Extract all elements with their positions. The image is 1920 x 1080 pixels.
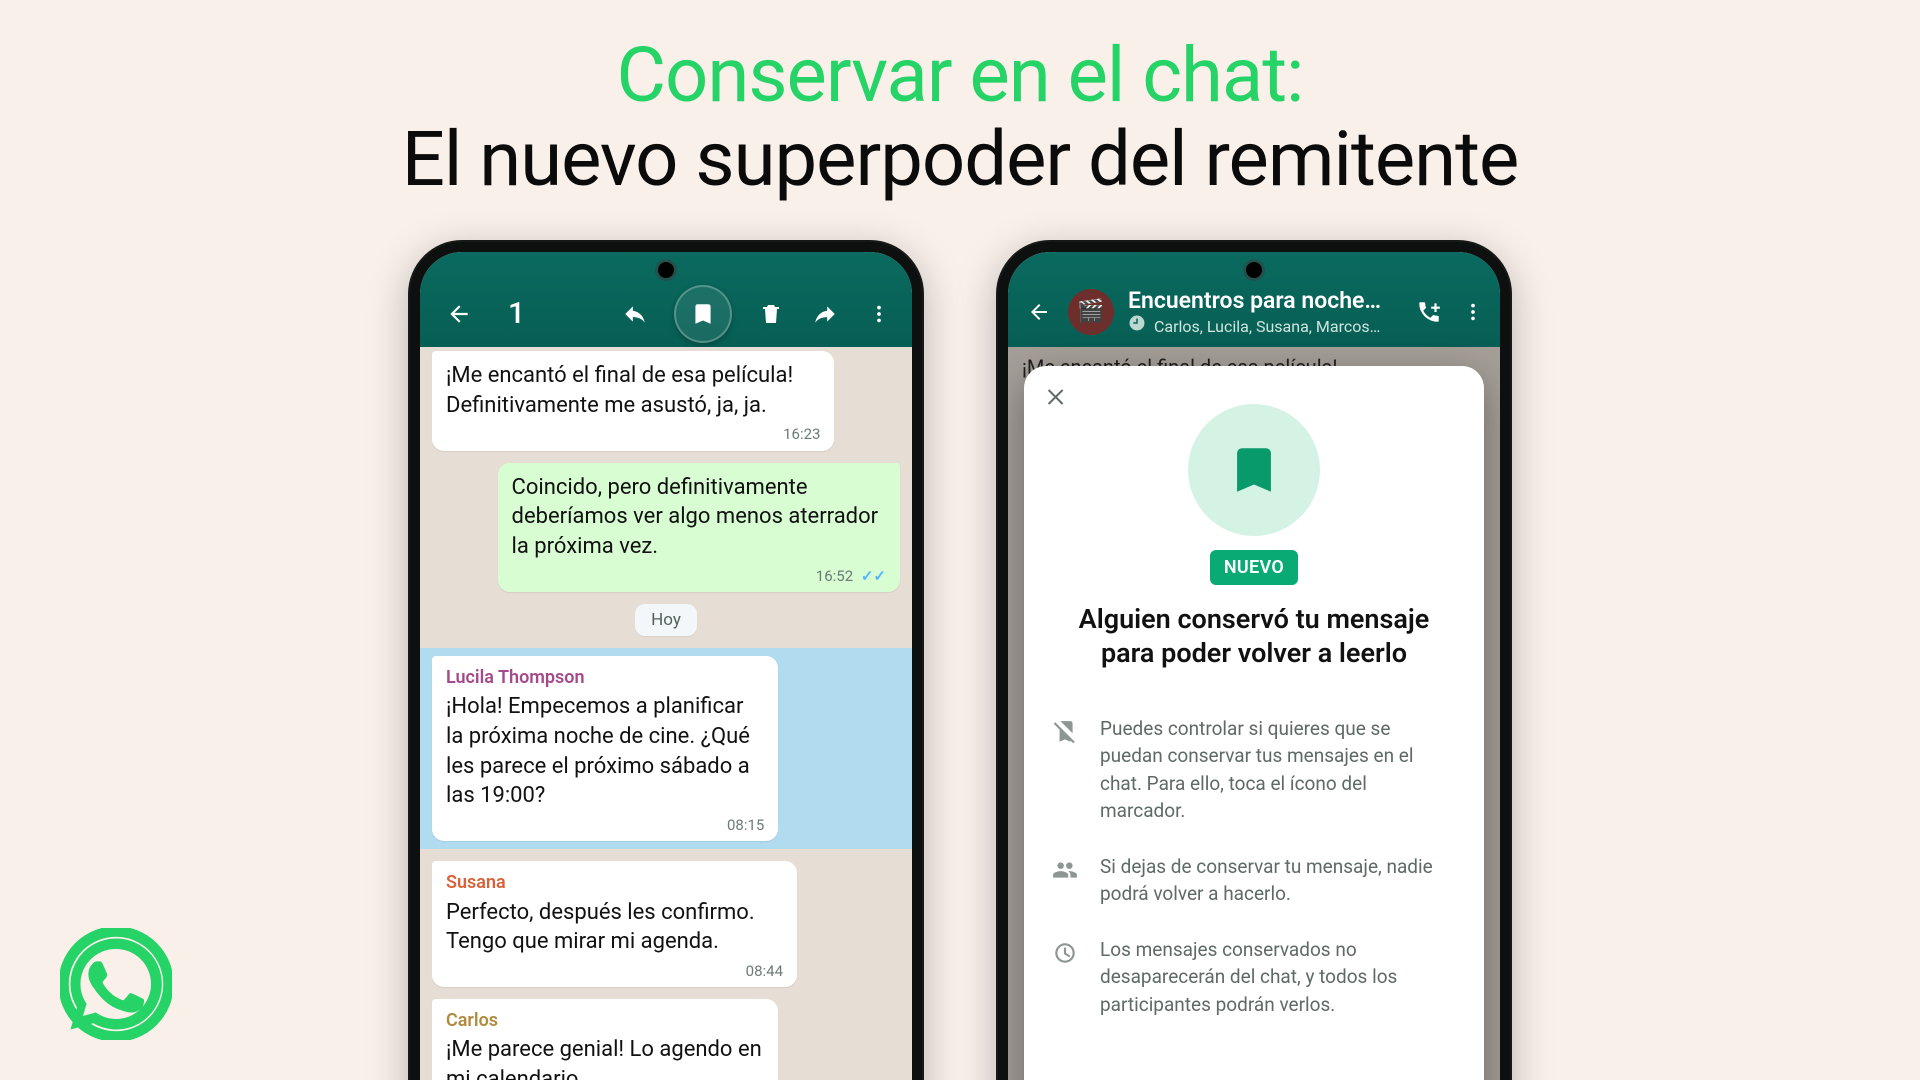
chat-title: Encuentros para noche…: [1128, 287, 1400, 314]
phones-row: 1 ¡Me encantó el fina: [408, 240, 1512, 1080]
message-text: ¡Me encantó el final de esa película! De…: [446, 363, 793, 418]
message-sender: Susana: [446, 871, 783, 895]
forward-icon[interactable]: [810, 299, 840, 329]
phone-right: 🎬 Encuentros para noche… Carlos, Lucila,…: [996, 240, 1512, 1080]
headline-line1: Conservar en el chat:: [0, 34, 1920, 118]
keep-bookmark-button[interactable]: [674, 285, 732, 343]
selection-count: 1: [508, 296, 525, 331]
delete-icon[interactable]: [756, 299, 786, 329]
message-time: 16:52 ✓✓: [512, 566, 886, 586]
more-icon[interactable]: [1458, 297, 1488, 327]
message-time: 08:44: [446, 961, 783, 981]
phone-left: 1 ¡Me encantó el fina: [408, 240, 924, 1080]
bookmark-hero-icon: [1188, 404, 1320, 536]
selected-message-row[interactable]: Lucila Thompson ¡Hola! Empecemos a plani…: [420, 648, 912, 849]
group-avatar[interactable]: 🎬: [1068, 289, 1114, 335]
message-text: Coincido, pero definitivamente deberíamo…: [512, 475, 879, 559]
bookmark-off-icon: [1052, 715, 1082, 825]
message-text: Perfecto, después les confirmo. Tengo qu…: [446, 900, 755, 955]
message-time: 16:23: [446, 424, 820, 444]
sheet-row: Puedes controlar si quieres que se pueda…: [1048, 701, 1460, 839]
back-icon[interactable]: [1024, 297, 1054, 327]
message-sender: Lucila Thompson: [446, 666, 764, 690]
message-incoming[interactable]: Susana Perfecto, después les confirmo. T…: [432, 861, 797, 987]
camera-dot-icon: [1246, 262, 1262, 278]
info-sheet: NUEVO Alguien conservó tu mensaje para p…: [1024, 366, 1484, 1080]
message-time: 08:15: [446, 815, 764, 835]
sheet-title: Alguien conservó tu mensaje para poder v…: [1048, 603, 1460, 671]
disappearing-timer-icon: [1128, 314, 1146, 332]
headline-line2: El nuevo superpoder del remitente: [0, 118, 1920, 202]
sheet-row-text: Los mensajes conservados no desaparecerá…: [1100, 936, 1456, 1019]
chat-messages: ¡Me encantó el final de esa película! De…: [420, 347, 912, 1080]
message-incoming[interactable]: Lucila Thompson ¡Hola! Empecemos a plani…: [432, 656, 778, 841]
message-incoming[interactable]: ¡Me encantó el final de esa película! De…: [432, 351, 834, 451]
whatsapp-logo-icon: [60, 928, 172, 1040]
chat-titles: Encuentros para noche… Carlos, Lucila, S…: [1128, 287, 1400, 336]
close-icon[interactable]: [1042, 382, 1072, 412]
new-badge: NUEVO: [1210, 550, 1298, 585]
sheet-row: Si dejas de conservar tu mensaje, nadie …: [1048, 839, 1460, 922]
read-ticks-icon: ✓✓: [857, 567, 886, 585]
camera-dot-icon: [658, 262, 674, 278]
message-sender: Carlos: [446, 1009, 764, 1033]
group-icon: [1052, 853, 1082, 908]
message-text: ¡Me parece genial! Lo agendo en mi calen…: [446, 1037, 762, 1080]
more-icon[interactable]: [864, 299, 894, 329]
message-text: ¡Hola! Empecemos a planificar la próxima…: [446, 694, 750, 808]
chat-subtitle: Carlos, Lucila, Susana, Marcos…: [1128, 314, 1400, 336]
sheet-row: Los mensajes conservados no desaparecerá…: [1048, 922, 1460, 1033]
message-incoming[interactable]: Carlos ¡Me parece genial! Lo agendo en m…: [432, 999, 778, 1080]
sheet-row-text: Puedes controlar si quieres que se pueda…: [1100, 715, 1456, 825]
timer-icon: [1052, 936, 1082, 1019]
sheet-row-text: Si dejas de conservar tu mensaje, nadie …: [1100, 853, 1456, 908]
date-separator: Hoy: [635, 604, 697, 636]
headline-block: Conservar en el chat: El nuevo superpode…: [0, 34, 1920, 201]
add-call-icon[interactable]: [1414, 297, 1444, 327]
back-icon[interactable]: [444, 299, 474, 329]
reply-icon[interactable]: [620, 299, 650, 329]
message-outgoing[interactable]: Coincido, pero definitivamente deberíamo…: [498, 463, 900, 592]
